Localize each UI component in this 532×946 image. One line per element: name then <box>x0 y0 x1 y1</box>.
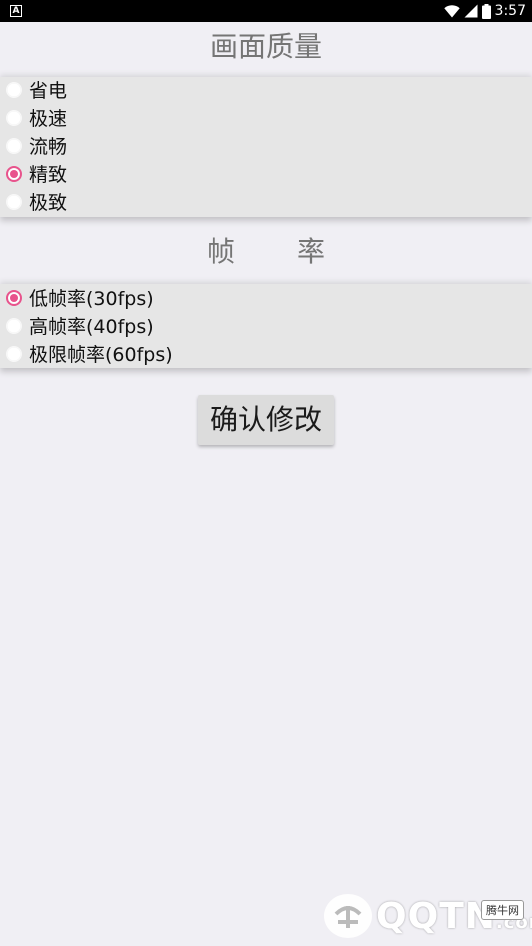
radio-button[interactable] <box>6 346 22 362</box>
watermark-logo-icon <box>324 894 372 938</box>
radio-button[interactable] <box>6 82 22 98</box>
watermark-badge: 腾牛网 <box>481 900 524 920</box>
watermark: QQTN.com 腾牛网 <box>322 890 532 942</box>
radio-button[interactable] <box>6 194 22 210</box>
fps-title-part1: 帧 <box>206 235 235 268</box>
status-icons: 3:57 <box>443 0 526 22</box>
radio-button[interactable] <box>6 318 22 334</box>
confirm-changes-button[interactable]: 确认修改 <box>198 395 334 445</box>
watermark-brand: QQTN <box>376 896 496 937</box>
signal-icon <box>464 4 478 18</box>
notification-app-icon: A <box>10 5 22 17</box>
quality-radio-group: 省电 极速 流畅 精致 极致 <box>0 77 532 217</box>
radio-label: 高帧率(40fps) <box>29 316 154 338</box>
fps-title-part2: 率 <box>297 235 326 268</box>
radio-label: 省电 <box>29 80 68 102</box>
battery-icon <box>481 3 491 19</box>
wifi-icon <box>443 4 460 17</box>
radio-button[interactable] <box>6 110 22 126</box>
status-bar: A 3:57 <box>0 0 532 22</box>
radio-label: 精致 <box>29 164 68 186</box>
status-time: 3:57 <box>494 3 526 19</box>
radio-button[interactable] <box>6 166 22 182</box>
radio-label: 低帧率(30fps) <box>29 288 154 310</box>
quality-section-title: 画面质量 <box>209 30 322 63</box>
radio-button[interactable] <box>6 290 22 306</box>
radio-label: 极限帧率(60fps) <box>29 344 173 366</box>
radio-button[interactable] <box>6 138 22 154</box>
fps-section-title: 帧率 <box>0 230 532 274</box>
fps-radio-group: 低帧率(30fps) 高帧率(40fps) 极限帧率(60fps) <box>0 284 532 368</box>
radio-label: 极速 <box>29 108 68 130</box>
radio-label: 流畅 <box>29 136 68 158</box>
radio-label: 极致 <box>29 192 68 214</box>
